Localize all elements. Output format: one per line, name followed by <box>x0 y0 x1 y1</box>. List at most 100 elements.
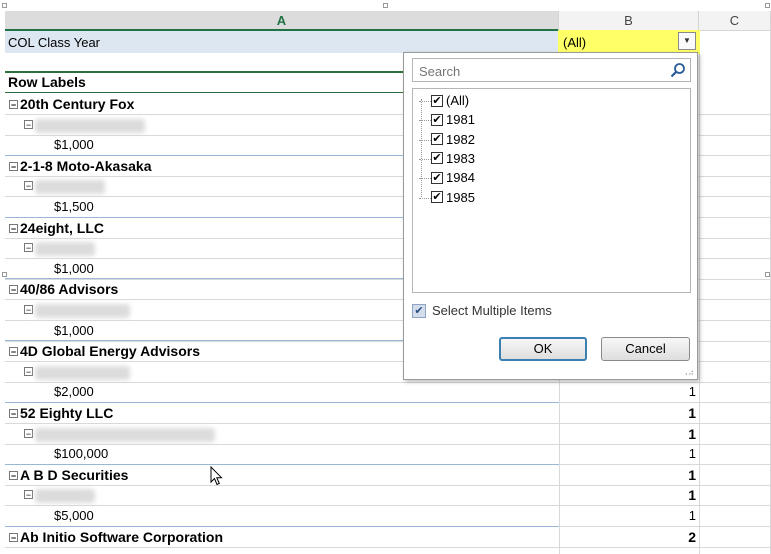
item-checkbox[interactable]: ✔ <box>431 113 443 126</box>
row-labels-header[interactable]: Row Labels <box>5 71 408 93</box>
collapse-icon[interactable]: − <box>9 532 18 542</box>
tree-branch <box>419 197 431 199</box>
search-icon[interactable] <box>670 62 686 78</box>
count-cell[interactable]: 1 <box>560 424 696 444</box>
ok-button[interactable]: OK <box>499 337 587 361</box>
pivot-amount-row[interactable]: $1,000 <box>54 321 94 341</box>
collapse-icon[interactable]: − <box>9 470 18 480</box>
resize-handle[interactable] <box>2 272 7 277</box>
collapse-icon[interactable]: − <box>24 367 33 377</box>
collapse-icon[interactable]: − <box>9 284 18 294</box>
filter-item[interactable]: ✔ 1981 <box>419 110 475 129</box>
select-multiple-option[interactable]: ✔ Select Multiple Items <box>412 303 552 319</box>
filter-item[interactable]: ✔ 1983 <box>419 149 475 168</box>
redacted-name <box>35 427 215 442</box>
count-cell[interactable]: 1 <box>560 465 696 485</box>
count-cell[interactable]: 1 <box>560 382 696 402</box>
pivot-group-row[interactable]: − Ab Initio Software Corporation <box>9 527 223 547</box>
count-cell[interactable]: 1 <box>560 506 696 526</box>
pivot-sub-row[interactable]: − <box>24 485 95 505</box>
filter-item-list[interactable]: ✔ (All) ✔ 1981 ✔ 1982 ✔ 1983 ✔ 1984 ✔ 1985 <box>412 88 691 293</box>
collapse-icon[interactable]: − <box>9 408 18 418</box>
item-checkbox[interactable]: ✔ <box>431 191 443 204</box>
collapse-icon[interactable]: − <box>9 161 18 171</box>
select-multiple-label: Select Multiple Items <box>432 303 552 318</box>
filter-item[interactable]: ✔ 1984 <box>419 168 475 187</box>
resize-handle[interactable] <box>765 3 770 8</box>
collapse-icon[interactable]: − <box>24 305 33 315</box>
item-checkbox[interactable]: ✔ <box>431 171 443 184</box>
resize-grip-icon[interactable]: ⠠⠴ <box>682 368 694 377</box>
item-checkbox[interactable]: ✔ <box>431 152 443 165</box>
redacted-name <box>35 179 105 194</box>
count-cell[interactable]: 1 <box>560 444 696 464</box>
group-label: Ab Initio Software Corporation <box>20 529 223 545</box>
resize-handle[interactable] <box>2 3 7 8</box>
collapse-icon[interactable]: − <box>24 120 33 130</box>
pivot-group-row[interactable]: −20th Century Fox <box>9 94 134 114</box>
filter-value[interactable]: (All) <box>563 33 586 53</box>
amount-label: $1,000 <box>54 137 94 152</box>
column-header-a[interactable]: A <box>5 11 559 31</box>
pivot-group-row[interactable]: −52 Eighty LLC <box>9 403 113 423</box>
redacted-name <box>35 488 95 503</box>
grid-line <box>5 547 771 548</box>
pivot-group-row[interactable]: −2-1-8 Moto-Akasaka <box>9 156 152 176</box>
pivot-amount-row[interactable]: $5,000 <box>54 506 94 526</box>
pivot-sub-row[interactable]: − <box>24 362 130 382</box>
redacted-name <box>35 118 145 133</box>
redacted-name <box>35 241 95 256</box>
tree-branch <box>419 101 431 103</box>
search-box[interactable] <box>412 58 691 82</box>
select-multiple-checkbox[interactable]: ✔ <box>412 303 426 318</box>
tree-branch <box>419 178 431 180</box>
group-label: 52 Eighty LLC <box>20 405 114 421</box>
collapse-icon[interactable]: − <box>24 243 33 253</box>
search-input[interactable] <box>417 60 661 82</box>
collapse-icon[interactable]: − <box>24 429 33 439</box>
item-label: 1984 <box>446 170 475 186</box>
count-cell[interactable]: 2 <box>560 527 696 547</box>
column-header-b[interactable]: B <box>559 11 699 31</box>
pivot-amount-row[interactable]: $1,000 <box>54 259 94 279</box>
collapse-icon[interactable]: − <box>9 223 18 233</box>
pivot-group-row[interactable]: − A B D Securities <box>9 465 128 485</box>
filter-item[interactable]: ✔ 1985 <box>419 188 475 207</box>
mouse-cursor-icon <box>210 466 223 486</box>
pivot-sub-row[interactable]: − <box>24 238 95 258</box>
amount-label: $1,000 <box>54 261 94 276</box>
collapse-icon[interactable]: − <box>24 181 33 191</box>
pivot-group-row[interactable]: −40/86 Advisors <box>9 279 118 299</box>
item-checkbox[interactable]: ✔ <box>431 94 443 107</box>
pivot-sub-row[interactable]: − <box>24 424 215 444</box>
filter-item[interactable]: ✔ (All) <box>419 91 469 110</box>
resize-handle[interactable] <box>383 3 388 8</box>
collapse-icon[interactable]: − <box>24 490 33 500</box>
item-label: (All) <box>446 93 470 108</box>
pivot-amount-row[interactable]: $100,000 <box>54 444 108 464</box>
pivot-amount-row[interactable]: $1,000 <box>54 135 94 155</box>
item-label: 1985 <box>446 189 475 205</box>
filter-dropdown-button[interactable]: ▼ <box>678 32 696 50</box>
column-header-c[interactable]: C <box>699 11 771 31</box>
item-checkbox[interactable]: ✔ <box>431 133 443 146</box>
filter-dropdown-panel: ✔(All)✔1981✔1982✔1983✔1984✔1985 ✔Select … <box>403 52 698 380</box>
pivot-amount-row[interactable]: $2,000 <box>54 382 94 402</box>
collapse-icon[interactable]: − <box>9 346 18 356</box>
pivot-group-row[interactable]: −24eight, LLC <box>9 218 104 238</box>
count-cell[interactable]: 1 <box>560 403 696 423</box>
pivot-amount-row[interactable]: $1,500 <box>54 197 94 217</box>
redacted-name <box>35 303 130 318</box>
count-cell[interactable]: 1 <box>560 485 696 505</box>
pivot-sub-row[interactable]: − <box>24 115 145 135</box>
collapse-icon[interactable]: − <box>9 99 18 109</box>
pivot-sub-row[interactable]: − <box>24 176 105 196</box>
pivot-sub-row[interactable]: − <box>24 300 130 320</box>
pivot-group-row[interactable]: −4D Global Energy Advisors <box>9 341 200 361</box>
amount-label: $100,000 <box>54 446 109 461</box>
filter-item[interactable]: ✔ 1982 <box>419 130 475 149</box>
cancel-button[interactable]: Cancel <box>601 337 690 361</box>
grid-line <box>699 31 700 554</box>
amount-label: $2,000 <box>54 384 94 399</box>
group-label: 40/86 Advisors <box>20 281 119 297</box>
